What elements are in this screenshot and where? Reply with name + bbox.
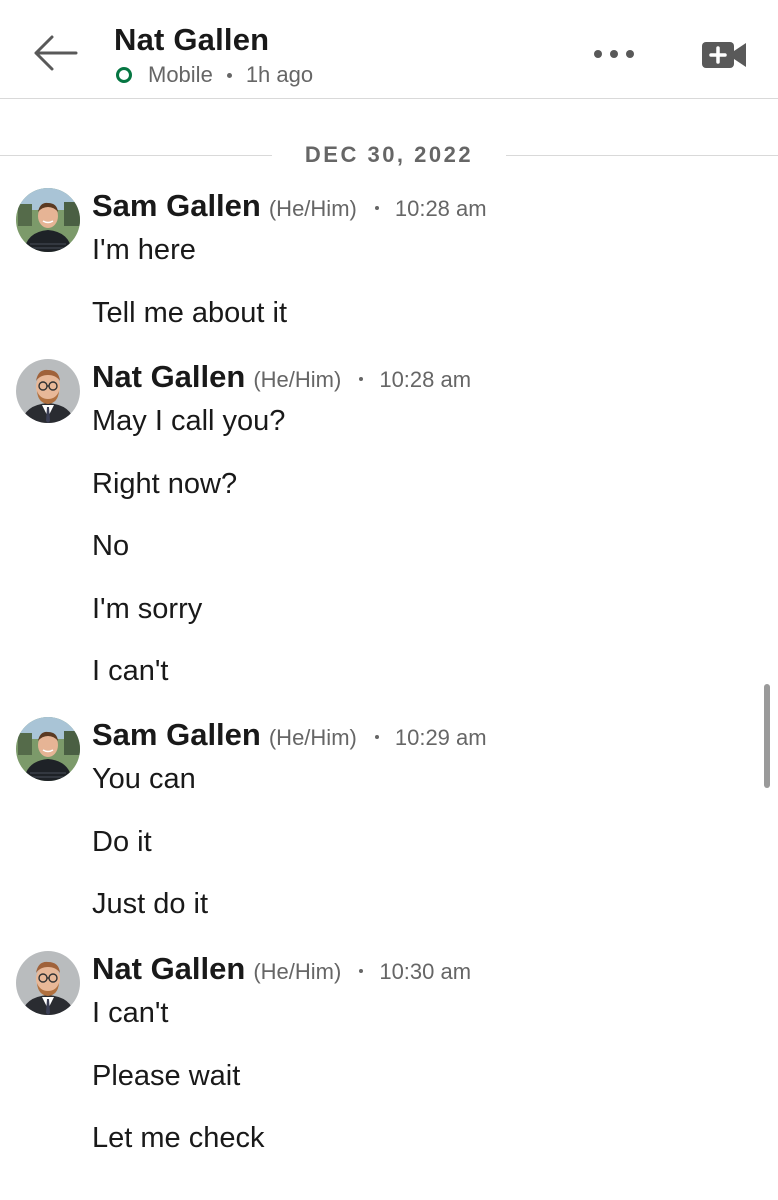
message-text: You can: [92, 763, 196, 795]
online-status-icon: [116, 67, 132, 83]
video-call-icon: [702, 42, 746, 68]
message-text: Right now?: [92, 468, 238, 500]
separator-dot: [359, 377, 364, 381]
message-text: Please wait: [92, 1060, 241, 1092]
separator-dot: [359, 969, 364, 973]
message-text: Do it: [92, 826, 152, 858]
avatar-sam-gallen[interactable]: [16, 188, 80, 252]
avatar-nat-gallen[interactable]: [16, 951, 80, 1015]
message-time: 10:28 am: [394, 196, 487, 221]
message-text: Just do it: [92, 888, 209, 920]
separator-dot: [374, 206, 379, 210]
date-divider: DEC 30, 2022: [0, 140, 778, 170]
sender-name[interactable]: Sam Gallen: [92, 188, 261, 224]
arrow-left-icon: [34, 35, 78, 71]
conversation-header: Nat Gallen Mobile 1h ago: [0, 0, 778, 99]
separator-dot: [226, 72, 232, 78]
sender-pronouns: (He/Him): [268, 725, 357, 750]
message-text: I'm sorry: [92, 593, 203, 625]
message-time: 10:28 am: [379, 367, 472, 392]
message-text: Let me check: [92, 1122, 265, 1154]
back-button[interactable]: [30, 30, 80, 76]
message-meta: Sam Gallen (He/Him) 10:28 am: [92, 188, 487, 228]
more-horizontal-icon: [594, 50, 634, 58]
sender-pronouns: (He/Him): [253, 367, 342, 392]
presence-status: Mobile 1h ago: [114, 62, 313, 88]
message-text: May I call you?: [92, 405, 286, 437]
message-text: I can't: [92, 655, 169, 687]
sender-pronouns: (He/Him): [253, 959, 342, 984]
avatar-photo: [16, 359, 80, 423]
message-meta: Sam Gallen (He/Him) 10:29 am: [92, 717, 487, 757]
avatar-nat-gallen[interactable]: [16, 359, 80, 423]
message-meta: Nat Gallen (He/Him) 10:28 am: [92, 359, 471, 399]
avatar-sam-gallen[interactable]: [16, 717, 80, 781]
video-call-button[interactable]: [700, 38, 748, 72]
date-label: DEC 30, 2022: [304, 142, 474, 167]
sender-name[interactable]: Sam Gallen: [92, 717, 261, 753]
sender-pronouns: (He/Him): [268, 196, 357, 221]
avatar-photo: [16, 717, 80, 781]
message-text: I can't: [92, 997, 169, 1029]
message-time: 10:29 am: [394, 725, 487, 750]
separator-dot: [374, 735, 379, 739]
scrollbar-thumb[interactable]: [764, 684, 770, 788]
status-time: 1h ago: [245, 62, 314, 87]
message-time: 10:30 am: [379, 959, 472, 984]
divider-line: [506, 155, 778, 156]
message-text: No: [92, 530, 130, 562]
divider-line: [0, 155, 272, 156]
contact-name[interactable]: Nat Gallen: [114, 22, 269, 58]
status-device: Mobile: [148, 62, 213, 87]
sender-name[interactable]: Nat Gallen: [92, 951, 245, 987]
message-meta: Nat Gallen (He/Him) 10:30 am: [92, 951, 471, 991]
avatar-photo: [16, 188, 80, 252]
more-options-button[interactable]: [592, 40, 640, 68]
avatar-photo: [16, 951, 80, 1015]
sender-name[interactable]: Nat Gallen: [92, 359, 245, 395]
message-text: I'm here: [92, 234, 196, 266]
message-text: Tell me about it: [92, 297, 288, 329]
